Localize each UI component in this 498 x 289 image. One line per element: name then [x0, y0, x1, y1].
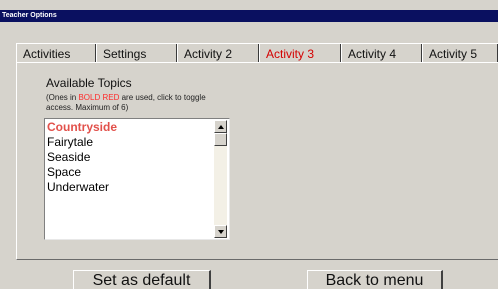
tab-activity-3[interactable]: Activity 3	[259, 43, 341, 63]
teacher-options-window: Teacher Options Activities Settings Acti…	[0, 0, 498, 289]
topic-item-underwater[interactable]: Underwater	[46, 180, 214, 195]
topic-item-countryside[interactable]: Countryside	[46, 120, 214, 135]
arrow-down-icon	[218, 230, 224, 234]
hint-highlight: BOLD RED	[78, 93, 120, 102]
topic-item-seaside[interactable]: Seaside	[46, 150, 214, 165]
set-as-default-button[interactable]: Set as default	[73, 270, 211, 289]
window-title: Teacher Options	[0, 10, 498, 22]
arrow-up-icon	[218, 125, 224, 129]
tab-activities[interactable]: Activities	[16, 43, 96, 63]
topics-heading: Available Topics	[46, 76, 132, 90]
tab-settings[interactable]: Settings	[96, 43, 177, 63]
topic-item-fairytale[interactable]: Fairytale	[46, 135, 214, 150]
tab-activity-5[interactable]: Activity 5	[422, 43, 498, 63]
tab-activity-2[interactable]: Activity 2	[177, 43, 259, 63]
topics-hint: (Ones in BOLD RED are used, click to tog…	[46, 93, 216, 113]
scroll-down-button[interactable]	[214, 225, 227, 238]
tab-strip: Activities Settings Activity 2 Activity …	[16, 43, 498, 63]
topic-item-space[interactable]: Space	[46, 165, 214, 180]
scroll-thumb[interactable]	[214, 133, 227, 146]
topics-listbox[interactable]: Countryside Fairytale Seaside Space Unde…	[44, 118, 230, 240]
tab-activity-4[interactable]: Activity 4	[341, 43, 422, 63]
scroll-up-button[interactable]	[214, 120, 227, 133]
topics-scrollbar[interactable]	[214, 120, 227, 238]
topics-list: Countryside Fairytale Seaside Space Unde…	[46, 120, 214, 195]
back-to-menu-button[interactable]: Back to menu	[307, 270, 443, 289]
hint-prefix: (Ones in	[46, 93, 79, 102]
